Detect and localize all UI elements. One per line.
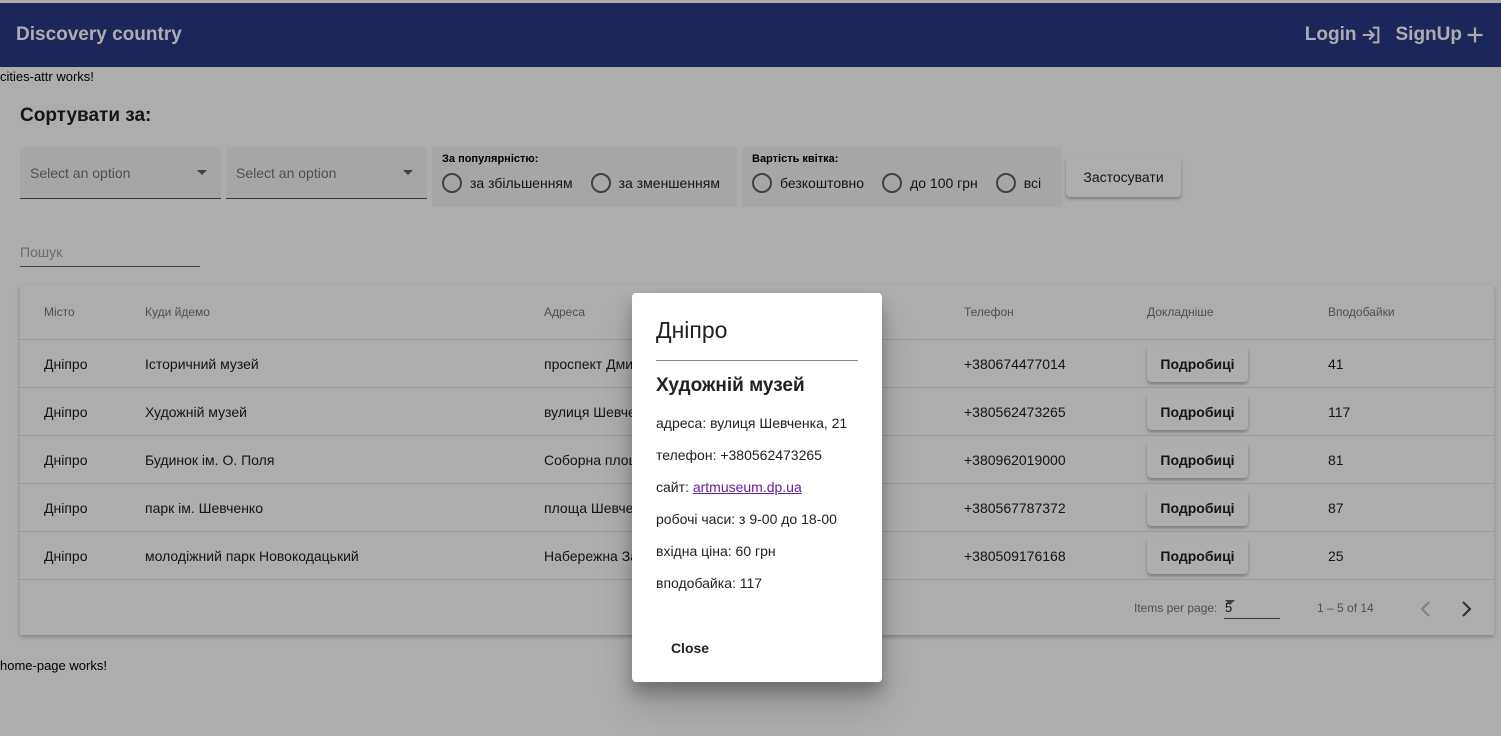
- dialog-subtitle: Художній музей: [656, 375, 805, 396]
- dialog-phone: телефон: +380562473265: [656, 447, 822, 463]
- dialog-likes: вподобайка: 117: [656, 575, 763, 591]
- dialog-hours: робочі часи: з 9-00 до 18-00: [656, 511, 837, 527]
- dialog-price: вхідна ціна: 60 грн: [656, 543, 776, 559]
- dialog-site-link[interactable]: artmuseum.dp.ua: [693, 479, 802, 495]
- close-button[interactable]: Close: [656, 630, 724, 666]
- dialog-address: адреса: вулиця Шевченка, 21: [656, 415, 848, 431]
- dialog-title: Дніпро: [656, 317, 858, 361]
- dialog-site-prefix: сайт:: [656, 479, 693, 495]
- dialog-site: сайт: artmuseum.dp.ua: [656, 479, 858, 495]
- place-details-dialog: Дніпро Художній музей адреса: вулиця Шев…: [632, 293, 882, 682]
